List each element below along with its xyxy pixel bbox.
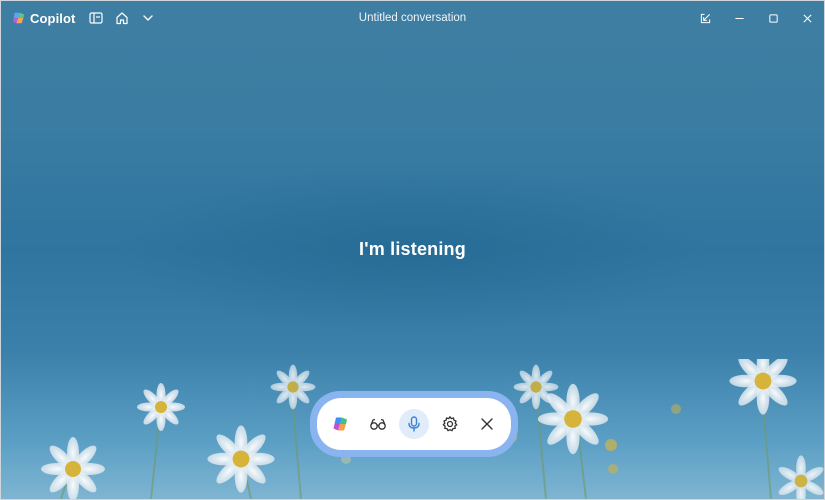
app-name: Copilot — [30, 10, 76, 26]
microphone-button[interactable] — [398, 409, 429, 439]
voice-toolbar — [317, 398, 511, 450]
new-window-icon — [700, 13, 710, 23]
close-window-button[interactable] — [790, 1, 824, 35]
vision-button[interactable] — [363, 409, 393, 439]
minimize-button[interactable] — [722, 1, 756, 35]
chevron-down-icon[interactable] — [137, 7, 159, 29]
maximize-button[interactable] — [756, 1, 790, 35]
window-controls — [688, 1, 824, 35]
maximize-icon — [768, 13, 778, 23]
copilot-logo-icon — [12, 12, 25, 24]
close-icon — [802, 13, 812, 23]
glasses-icon — [369, 418, 386, 430]
close-icon — [481, 418, 493, 430]
minimize-icon — [734, 17, 744, 19]
listening-status: I'm listening — [359, 239, 466, 259]
copilot-window: Copilot Untitled conversation I'm listen… — [0, 0, 825, 500]
microphone-icon — [408, 416, 420, 432]
settings-button[interactable] — [435, 409, 465, 439]
sidebar-icon[interactable] — [85, 7, 107, 29]
title-bar: Copilot Untitled conversation — [1, 1, 824, 35]
copilot-button[interactable] — [326, 409, 356, 439]
home-icon[interactable] — [111, 7, 133, 29]
end-voice-button[interactable] — [472, 409, 502, 439]
new-window-button[interactable] — [688, 1, 722, 35]
copilot-logo-icon — [333, 417, 348, 431]
settings-icon — [443, 416, 458, 432]
app-brand: Copilot — [12, 1, 75, 35]
